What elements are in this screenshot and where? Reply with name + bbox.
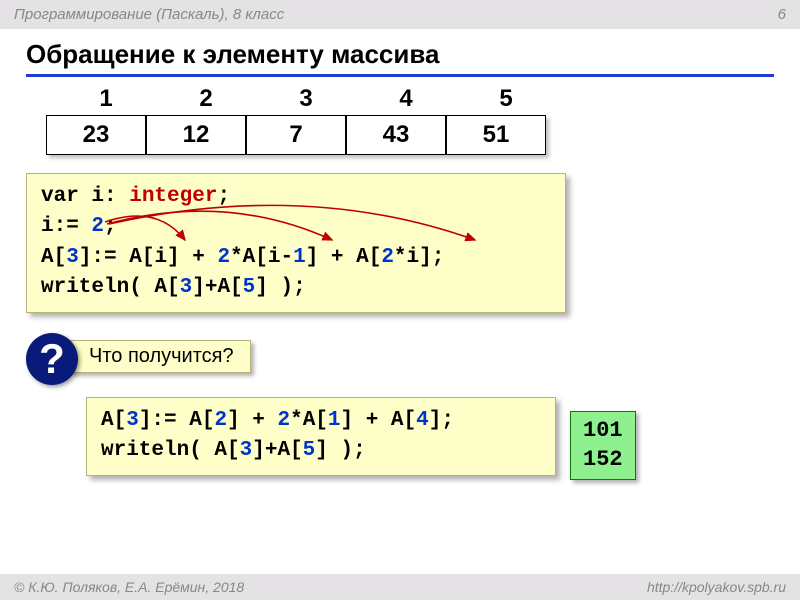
copyright: © К.Ю. Поляков, Е.А. Ерёмин, 2018 — [14, 579, 244, 595]
question-label: Что получится? — [70, 340, 251, 373]
question-mark-icon: ? — [26, 333, 78, 385]
question-row: ? Что получится? — [26, 331, 774, 383]
footer-url: http://kpolyakov.spb.ru — [647, 579, 786, 595]
course-title: Программирование (Паскаль), 8 класс — [14, 6, 284, 23]
slide-content: Обращение к элементу массива 1 2 3 4 5 2… — [0, 29, 800, 476]
code-line: A[3]:= A[2] + 2*A[1] + A[4]; — [101, 406, 541, 436]
code-line: i:= 2; — [41, 212, 551, 242]
code-line: writeln( A[3]+A[5] ); — [41, 273, 551, 303]
array-cell: 43 — [346, 115, 446, 155]
slide-title: Обращение к элементу массива — [26, 39, 774, 77]
page-number: 6 — [778, 6, 786, 23]
array-cell: 51 — [446, 115, 546, 155]
code-line: A[3]:= A[i] + 2*A[i-1] + A[2*i]; — [41, 243, 551, 273]
footer-bar: © К.Ю. Поляков, Е.А. Ерёмин, 2018 http:/… — [0, 574, 800, 600]
code-line: var i: integer; — [41, 182, 551, 212]
result-value: 101 — [583, 416, 623, 446]
array-indices: 1 2 3 4 5 — [56, 85, 774, 113]
result-box: 101 152 — [570, 411, 636, 480]
index-cell: 3 — [256, 85, 356, 113]
array-cell: 23 — [46, 115, 146, 155]
array-values: 23 12 7 43 51 — [46, 115, 546, 155]
header-bar: Программирование (Паскаль), 8 класс 6 — [0, 0, 800, 29]
index-cell: 4 — [356, 85, 456, 113]
index-cell: 2 — [156, 85, 256, 113]
array-cell: 7 — [246, 115, 346, 155]
code-block-1: var i: integer; i:= 2; A[3]:= A[i] + 2*A… — [26, 173, 566, 313]
code-block-2: A[3]:= A[2] + 2*A[1] + A[4]; writeln( A[… — [86, 397, 556, 476]
code-line: writeln( A[3]+A[5] ); — [101, 436, 541, 466]
index-cell: 5 — [456, 85, 556, 113]
result-value: 152 — [583, 445, 623, 475]
array-cell: 12 — [146, 115, 246, 155]
index-cell: 1 — [56, 85, 156, 113]
